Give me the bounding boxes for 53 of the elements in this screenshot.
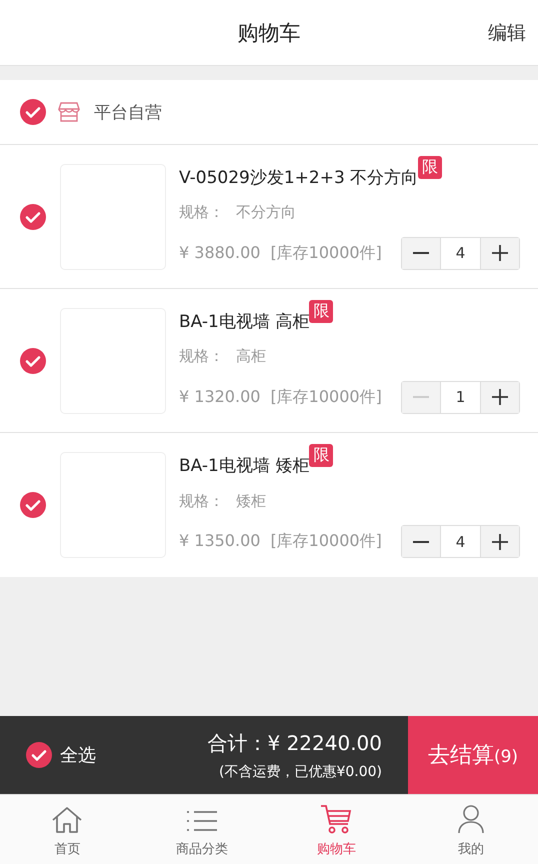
product-title[interactable]: BA-1电视墙 高柜 xyxy=(179,310,310,332)
menu-icon xyxy=(186,808,218,834)
checkout-button[interactable]: 去结算(9) xyxy=(408,716,538,794)
increase-button[interactable] xyxy=(481,382,519,412)
minus-icon xyxy=(413,252,429,254)
checked-checkbox[interactable] xyxy=(20,348,46,374)
limited-badge: 限 xyxy=(309,300,334,322)
product-price: ¥ 3880.00 xyxy=(179,242,260,264)
stock-count: [库存10000件] xyxy=(270,242,382,264)
tab[interactable]: 我的 xyxy=(404,795,538,864)
product-title[interactable]: V-05029沙发1+2+3 不分方向 xyxy=(179,166,418,188)
total-amount: 合计：¥ 22240.00 xyxy=(207,730,382,756)
spec-label: 规格： xyxy=(179,203,224,222)
quantity-field[interactable]: 4 xyxy=(440,238,481,268)
checked-checkbox[interactable] xyxy=(20,492,46,518)
store-icon xyxy=(58,101,80,123)
shipping-note: (不含运费，已优惠¥0.00) xyxy=(218,762,382,780)
home-icon xyxy=(51,806,84,834)
minus-icon xyxy=(413,540,429,542)
product-title[interactable]: BA-1电视墙 矮柜 xyxy=(179,454,310,477)
plus-icon xyxy=(492,389,508,405)
limited-badge: 限 xyxy=(309,444,334,467)
edit-link[interactable]: 编辑 xyxy=(488,20,526,46)
checked-checkbox[interactable] xyxy=(26,742,52,768)
product-price: ¥ 1320.00 xyxy=(179,386,260,408)
product-price: ¥ 1350.00 xyxy=(179,531,260,552)
increase-button[interactable] xyxy=(481,526,519,557)
decrease-button[interactable] xyxy=(402,526,440,557)
plus-icon xyxy=(492,245,508,261)
minus-icon xyxy=(413,396,429,398)
stock-count: [库存10000件] xyxy=(270,531,382,552)
checked-checkbox[interactable] xyxy=(20,99,46,125)
cart-icon xyxy=(320,804,352,834)
tab[interactable]: 购物车 xyxy=(269,795,404,864)
spec-label: 规格： xyxy=(179,347,224,366)
spec-value: 高柜 xyxy=(236,347,266,366)
spec-label: 规格： xyxy=(179,492,224,510)
tab[interactable]: 商品分类 xyxy=(134,795,269,864)
spec-value: 矮柜 xyxy=(236,492,266,510)
tab[interactable]: 首页 xyxy=(0,795,134,864)
select-all-label[interactable]: 全选 xyxy=(60,743,96,767)
decrease-button[interactable] xyxy=(402,238,440,268)
increase-button[interactable] xyxy=(481,238,519,268)
shop-name: 平台自营 xyxy=(94,102,162,124)
limited-badge: 限 xyxy=(418,156,442,178)
page-title: 购物车 xyxy=(238,20,300,46)
user-icon xyxy=(456,804,485,834)
checked-checkbox[interactable] xyxy=(20,204,46,230)
quantity-field[interactable]: 1 xyxy=(440,382,481,412)
quantity-field[interactable]: 4 xyxy=(440,526,481,557)
spec-value: 不分方向 xyxy=(236,203,296,222)
plus-icon xyxy=(492,534,508,550)
stock-count: [库存10000件] xyxy=(270,386,382,408)
